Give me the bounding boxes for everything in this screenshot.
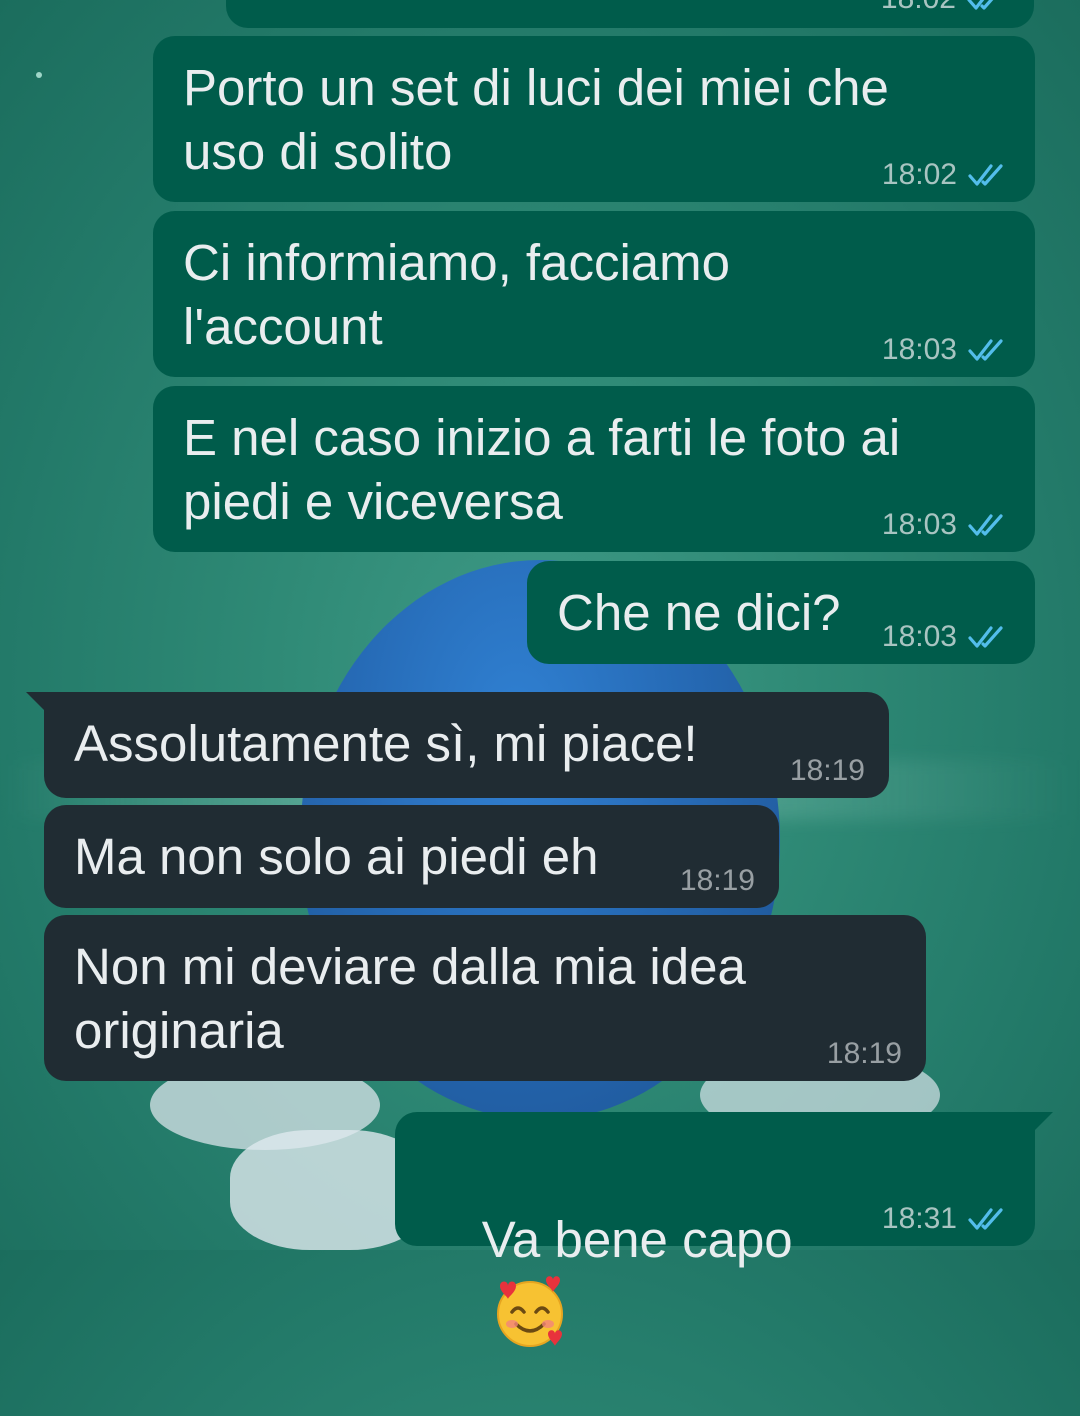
message-time: 18:31 [881, 1202, 957, 1235]
message-meta: 18:19 [827, 1037, 902, 1071]
message-bubble-incoming[interactable]: Non mi deviare dalla mia idea originaria… [44, 915, 926, 1081]
message-bubble-outgoing[interactable]: E nel caso inizio a farti le foto ai pie… [153, 386, 1035, 552]
read-ticks-icon [968, 514, 1003, 536]
message-time: 18:02 [881, 158, 957, 191]
message-text: Va bene capo [425, 1211, 793, 1412]
bubble-tail [1031, 1112, 1053, 1134]
message-meta: 18:03 [882, 508, 1009, 542]
message-bubble-outgoing[interactable]: Ci informiamo, facciamo l'account 18:03 [153, 211, 1035, 377]
message-meta: 18:19 [680, 864, 755, 898]
message-meta: 18:03 [882, 620, 1009, 654]
message-time: 18:19 [789, 754, 865, 787]
message-bubble-outgoing[interactable]: Va bene capo 18:31 [395, 1112, 1053, 1347]
message-bubble-incoming[interactable]: Ma non solo ai piedi eh 18:19 [44, 805, 779, 908]
message-bubble-outgoing[interactable]: Che ne dici? 18:03 [527, 561, 1035, 664]
message-time: 18:19 [679, 864, 755, 897]
message-meta: 18:02 [881, 0, 1008, 16]
read-ticks-icon [968, 164, 1003, 186]
smiling-face-with-hearts-icon [496, 1276, 563, 1347]
message-text-content: Va bene capo [481, 1211, 793, 1268]
message-meta: 18:03 [882, 333, 1009, 367]
message-text: Non mi deviare dalla mia idea originaria [74, 938, 746, 1059]
message-meta: 18:19 [790, 754, 865, 788]
message-time: 18:03 [881, 508, 957, 541]
message-bubble-incoming[interactable]: Assolutamente sì, mi piace! 18:19 [26, 692, 889, 798]
read-ticks-icon [968, 1208, 1003, 1230]
wallpaper-sparkle [36, 72, 42, 78]
message-meta: 18:02 [882, 158, 1009, 192]
message-time: 18:19 [826, 1037, 902, 1070]
bubble-tail [26, 692, 48, 714]
message-text: Assolutamente sì, mi piace! [74, 715, 698, 772]
read-ticks-icon [968, 339, 1003, 361]
message-bubble-outgoing[interactable]: Porto un set di luci dei miei che uso di… [153, 36, 1035, 202]
message-text: Ma non solo ai piedi eh [74, 828, 599, 885]
message-time: 18:03 [881, 620, 957, 653]
message-time: 18:03 [881, 333, 957, 366]
read-ticks-icon [968, 626, 1003, 648]
read-ticks-icon [967, 0, 994, 10]
message-meta: 18:31 [882, 1202, 1009, 1236]
message-bubble-outgoing[interactable]: 18:02 [226, 0, 1034, 28]
message-time: 18:02 [881, 0, 956, 16]
